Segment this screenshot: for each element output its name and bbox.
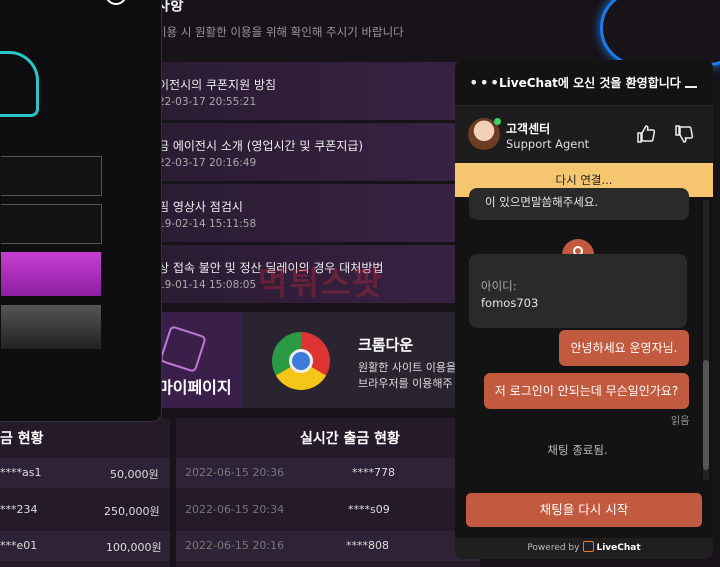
menu-dots-icon[interactable]: ••• — [469, 73, 500, 92]
withdraw-time: 2022-06-15 20:16 — [185, 539, 285, 552]
thumbs-down-icon[interactable] — [674, 124, 694, 144]
notice-row[interactable]: 금 에이전시 소개 (영업시간 및 쿠폰지급) 22-03-17 20:16:4… — [150, 123, 480, 181]
chrome-icon — [272, 332, 330, 390]
close-icon[interactable] — [105, 0, 127, 5]
table-row: 2022-06-15 20:34 ****s09 — [176, 495, 480, 525]
read-receipt: 읽음 — [671, 416, 690, 427]
password-field[interactable] — [1, 204, 102, 244]
chrome-banner-title: 크롬다운 — [358, 336, 414, 354]
withdraw-table: 실시간 출금 현황 2022-06-15 20:36 ****778 2022-… — [176, 418, 480, 567]
livechat-header: ••• LiveChat에 오신 것을 환영합니다 — [455, 60, 713, 105]
chrome-download-banner[interactable]: 크롬다운 원활한 사이트 이용을 브라우저를 이용해주 — [242, 312, 480, 408]
powered-by-text: Powered by — [527, 543, 580, 553]
deposit-user: ***234 — [0, 503, 38, 516]
username-field[interactable] — [1, 156, 102, 196]
deposit-table: 금 현황 ****as1 50,000원 ***234 250,000원 ***… — [0, 418, 170, 567]
user-message: 저 로그인이 안되는데 무슨일인가요? — [484, 373, 689, 409]
deposit-amount: 100,000원 — [106, 541, 162, 554]
agent-message: 이 있으면말씀해주세요. — [469, 188, 689, 220]
notice-row-title: 금 에이전시 소개 (영업시간 및 쿠폰지급) — [158, 139, 364, 153]
deposit-table-title: 금 현황 — [0, 431, 44, 447]
deposit-amount: 250,000원 — [104, 505, 160, 518]
signup-button[interactable] — [1, 305, 101, 349]
chrome-banner-desc-line: 원활한 사이트 이용을 — [358, 361, 457, 374]
neon-heart-decoration — [600, 0, 720, 66]
table-row: ****as1 50,000원 — [0, 458, 170, 488]
withdraw-time: 2022-06-15 20:36 — [185, 466, 285, 479]
powered-by-footer[interactable]: Powered by LiveChat — [455, 538, 713, 559]
withdraw-user: ****778 — [352, 466, 395, 479]
mypage-banner[interactable]: 마이페이지 — [150, 312, 242, 408]
user-message: 안녕하세요 운영자님. — [559, 330, 689, 366]
notice-row[interactable]: 핌 영상사 점검시 19-02-14 15:11:58 — [150, 184, 480, 242]
scrollbar-thumb[interactable] — [703, 360, 709, 470]
chrome-banner-desc-line: 브라우저를 이용해주 — [358, 377, 453, 390]
withdraw-table-title: 실시간 출금 현황 — [300, 431, 400, 447]
form-card: 아이디: fomos703 — [469, 254, 687, 328]
deposit-user: ****as1 — [0, 466, 42, 479]
minimize-icon[interactable] — [685, 86, 697, 88]
agent-name: 고객센터 — [506, 122, 551, 136]
notice-row-title: 핌 영상사 점검시 — [158, 200, 243, 214]
table-row: 2022-06-15 20:16 ****808 — [176, 531, 480, 561]
deposit-amount: 50,000원 — [110, 468, 159, 481]
login-button[interactable] — [1, 252, 101, 296]
withdraw-user: ****s09 — [348, 503, 390, 516]
livechat-title: LiveChat에 오신 것을 환영합니다 — [499, 76, 681, 90]
notice-row-title: 이전시의 쿠폰지원 방침 — [158, 78, 277, 92]
dice-icon — [159, 325, 207, 373]
restart-chat-button[interactable]: 채팅을 다시 시작 — [466, 493, 702, 527]
withdraw-time: 2022-06-15 20:34 — [185, 503, 285, 516]
mypage-label: 마이페이지 — [158, 378, 232, 397]
withdraw-user: ****808 — [346, 539, 389, 552]
deposit-user: ***e01 — [0, 539, 38, 552]
online-indicator — [494, 118, 501, 125]
neon-logo: N — [0, 51, 39, 117]
livechat-logo-icon — [583, 541, 595, 552]
login-popup: N — [0, 0, 162, 422]
agent-message-text: 이 있으면말씀해주세요. — [485, 195, 599, 209]
agent-bar: 고객센터 Support Agent — [455, 105, 713, 163]
livechat-widget: ••• LiveChat에 오신 것을 환영합니다 고객센터 Support A… — [455, 60, 713, 559]
notice-row-date: 22-03-17 20:16:49 — [158, 157, 257, 169]
notice-subtitle: 이용 시 원활한 이용을 위해 확인해 주시기 바랍니다 — [156, 25, 404, 39]
chat-scrollbar[interactable] — [703, 200, 709, 480]
livechat-brand: LiveChat — [596, 543, 641, 553]
watermark-logo: 먹튀스팟 — [258, 264, 384, 302]
chat-ended-notice: 채팅 종료됨. — [547, 443, 608, 457]
form-value: fomos703 — [481, 296, 539, 310]
agent-role: Support Agent — [506, 137, 590, 151]
chrome-banner-desc: 원활한 사이트 이용을 브라우저를 이용해주 — [358, 360, 456, 392]
notice-row[interactable]: 이전시의 쿠폰지원 방침 22-03-17 20:55:21 — [150, 62, 480, 120]
notice-row-date: 22-03-17 20:55:21 — [158, 96, 257, 108]
table-row: ***234 250,000원 — [0, 495, 170, 525]
table-row: ***e01 100,000원 — [0, 531, 170, 561]
notice-row-date: 19-01-14 15:08:05 — [158, 279, 257, 291]
table-row: 2022-06-15 20:36 ****778 — [176, 458, 480, 488]
notice-row-date: 19-02-14 15:11:58 — [158, 218, 257, 230]
thumbs-up-icon[interactable] — [636, 124, 656, 144]
form-label: 아이디: — [481, 279, 517, 293]
